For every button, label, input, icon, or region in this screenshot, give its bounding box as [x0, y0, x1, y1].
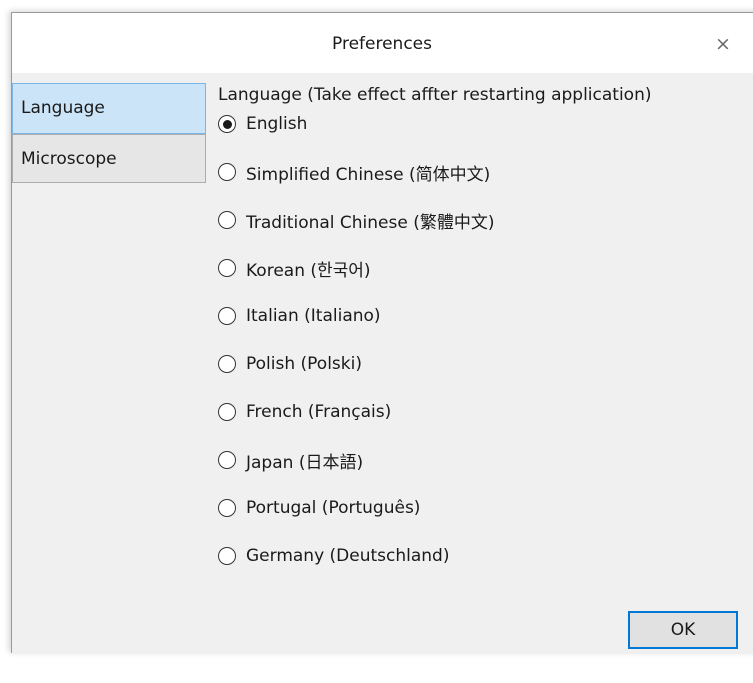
- language-option-germany[interactable]: Germany (Deutschland): [218, 541, 449, 571]
- option-label: Simplified Chinese (简体中文): [246, 164, 491, 185]
- language-option-portugal[interactable]: Portugal (Português): [218, 493, 420, 523]
- option-label: English: [246, 114, 308, 134]
- option-label: Italian (Italiano): [246, 306, 381, 326]
- radio-button-checked[interactable]: [218, 115, 236, 133]
- sidebar-item-microscope[interactable]: Microscope: [12, 134, 206, 183]
- option-label: Portugal (Português): [246, 498, 421, 518]
- option-label: French (Français): [246, 402, 392, 422]
- title-bar: Preferences ×: [12, 13, 753, 73]
- close-icon[interactable]: ×: [700, 27, 746, 61]
- radio-button[interactable]: [218, 403, 236, 421]
- option-label: Germany (Deutschland): [246, 546, 450, 566]
- ok-button[interactable]: OK: [628, 611, 738, 649]
- radio-button[interactable]: [218, 163, 236, 181]
- radio-button[interactable]: [218, 307, 236, 325]
- option-label: Korean (한국어): [246, 260, 371, 281]
- radio-button[interactable]: [218, 211, 236, 229]
- sidebar-item-label: Language: [21, 98, 105, 118]
- option-label: Japan (日本語): [246, 452, 364, 473]
- language-group-label: Language (Take effect affter restarting …: [218, 85, 652, 105]
- radio-button[interactable]: [218, 355, 236, 373]
- language-option-french[interactable]: French (Français): [218, 397, 391, 427]
- radio-button[interactable]: [218, 259, 236, 277]
- category-sidebar: Language Microscope: [12, 83, 208, 683]
- language-option-traditional-chinese[interactable]: Traditional Chinese (繁體中文): [218, 205, 495, 235]
- language-option-english[interactable]: English: [218, 109, 307, 139]
- option-label: Polish (Polski): [246, 354, 362, 374]
- sidebar-item-label: Microscope: [21, 149, 117, 169]
- language-option-korean[interactable]: Korean (한국어): [218, 253, 371, 283]
- language-option-polish[interactable]: Polish (Polski): [218, 349, 362, 379]
- option-label: Traditional Chinese (繁體中文): [246, 212, 495, 233]
- radio-button[interactable]: [218, 499, 236, 517]
- language-option-simplified-chinese[interactable]: Simplified Chinese (简体中文): [218, 157, 490, 187]
- sidebar-item-language[interactable]: Language: [12, 83, 206, 134]
- preferences-dialog: Preferences × Language Microscope Langua…: [11, 12, 753, 653]
- language-option-italian[interactable]: Italian (Italiano): [218, 301, 381, 331]
- radio-button[interactable]: [218, 451, 236, 469]
- language-option-japan[interactable]: Japan (日本語): [218, 445, 363, 475]
- dialog-content: Language Microscope Language (Take effec…: [12, 73, 753, 653]
- radio-button[interactable]: [218, 547, 236, 565]
- dialog-title: Preferences: [332, 34, 432, 54]
